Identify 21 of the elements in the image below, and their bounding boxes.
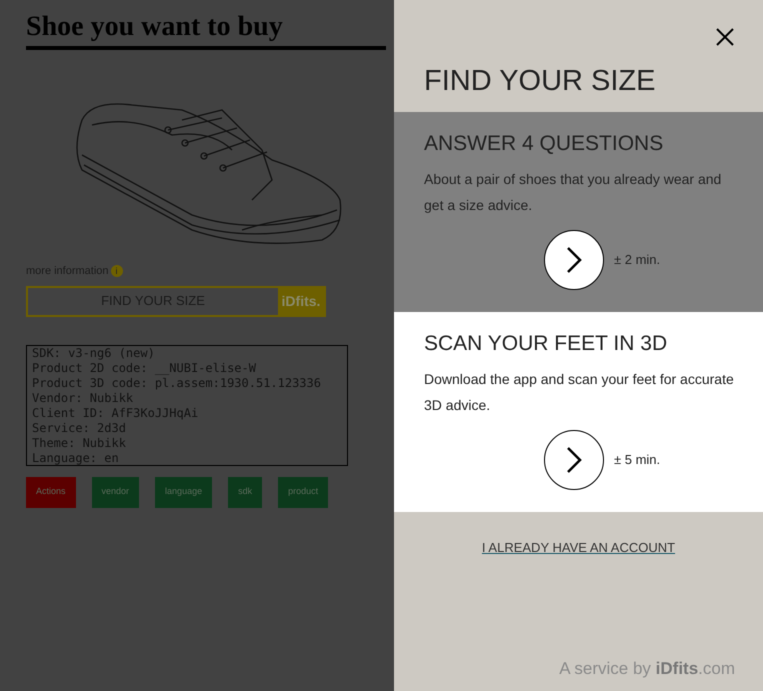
- option-title: SCAN YOUR FEET IN 3D: [424, 331, 668, 357]
- size-option[interactable]: SCAN YOUR FEET IN 3D Download the app and scan your feet for accurate 3D advice. ± 5 min.: [394, 312, 763, 512]
- close-icon: [715, 27, 735, 47]
- panel-title: FIND YOUR SIZE: [424, 64, 656, 98]
- action-button[interactable]: vendor: [92, 476, 140, 508]
- service-credit: A service by iDfits.com: [559, 658, 735, 680]
- option-title: ANSWER 4 QUESTIONS: [424, 131, 664, 157]
- account-link[interactable]: I ALREADY HAVE AN ACCOUNT: [482, 538, 676, 558]
- option-description: Download the app and scan your feet for accurate 3D advice.: [424, 370, 734, 415]
- action-button[interactable]: product: [278, 476, 328, 508]
- info-icon: i: [110, 265, 123, 278]
- duration-label: ± 2 min.: [614, 251, 660, 270]
- duration-label: ± 5 min.: [614, 451, 660, 470]
- chevron-right-icon: [566, 246, 582, 274]
- chevron-right-icon: [566, 446, 582, 474]
- page-title: Shoe you want to buy: [26, 10, 386, 50]
- size-option[interactable]: ANSWER 4 QUESTIONS About a pair of shoes that you already wear and get a size advice. ± 2 min.: [394, 112, 763, 312]
- action-button[interactable]: Actions: [26, 476, 76, 508]
- action-button[interactable]: sdk: [228, 476, 262, 508]
- action-button[interactable]: language: [155, 476, 212, 508]
- option-description: About a pair of shoes that you already wear and get a size advice.: [424, 170, 722, 215]
